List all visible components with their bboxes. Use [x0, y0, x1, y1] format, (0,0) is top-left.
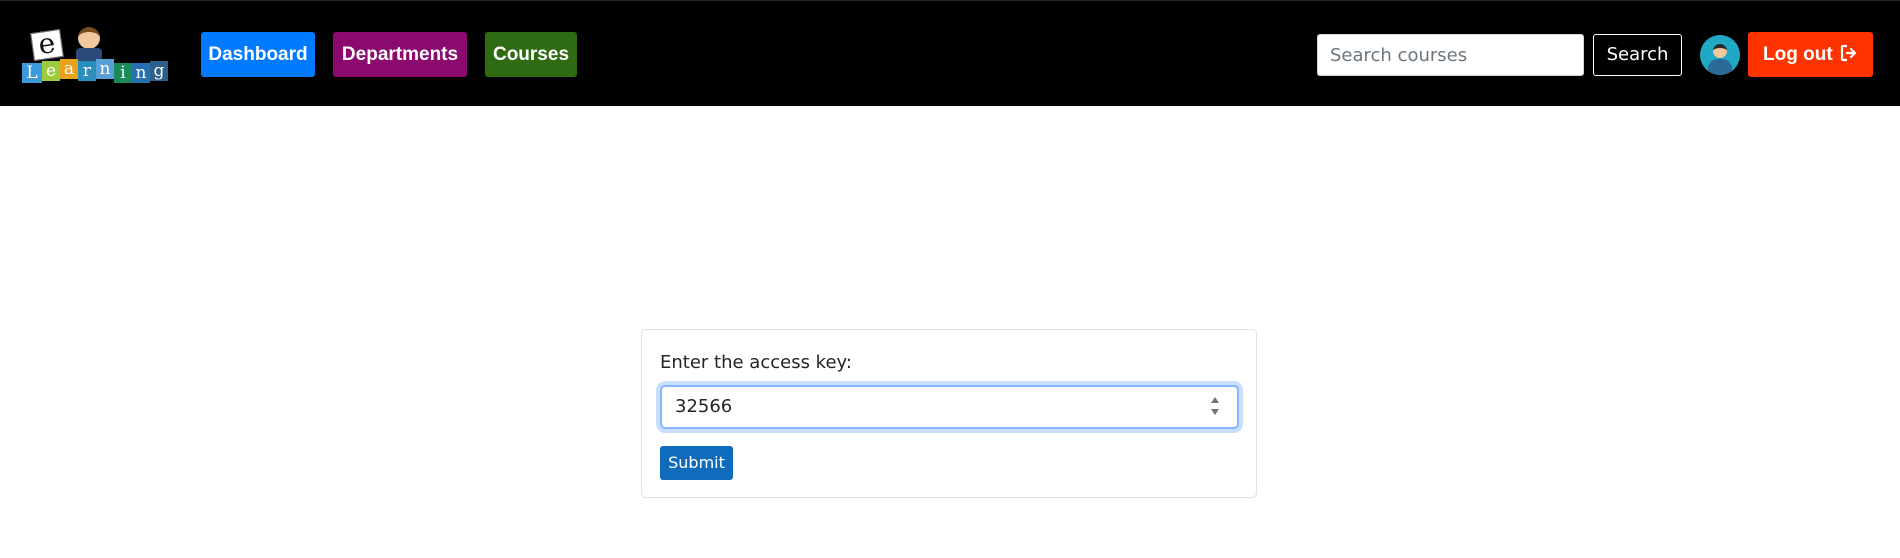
logo-boy-head [78, 27, 100, 49]
elearning-logo[interactable]: e L e a r n i n g [18, 23, 174, 85]
nav-departments-button[interactable]: Departments [333, 32, 467, 77]
logo-letter: n [132, 63, 150, 83]
submit-button[interactable]: Submit [660, 446, 733, 480]
logo-letter: e [42, 61, 60, 81]
logo-letter: i [114, 63, 132, 83]
sign-out-icon [1840, 45, 1857, 62]
number-spinner[interactable] [1211, 395, 1221, 419]
logo-letter: a [60, 59, 78, 79]
logout-button[interactable]: Log out [1748, 32, 1873, 77]
access-key-input[interactable]: 32566 [660, 385, 1239, 429]
search-button[interactable]: Search [1593, 34, 1682, 76]
top-navbar: e L e a r n i n g Dashboard Departments … [0, 0, 1900, 106]
nav-courses-button[interactable]: Courses [485, 32, 577, 77]
logo-big-letter: e [30, 26, 64, 61]
logout-label: Log out [1763, 44, 1833, 65]
logo-letter: L [22, 63, 42, 83]
avatar-head [1713, 44, 1727, 58]
nav-dashboard-button[interactable]: Dashboard [201, 32, 315, 77]
spinner-down-icon[interactable] [1211, 409, 1219, 415]
user-avatar-icon[interactable] [1700, 35, 1740, 75]
logo-letter: g [150, 61, 168, 81]
access-key-card: Enter the access key: 32566 Submit [641, 329, 1257, 498]
logo-letter: n [96, 59, 114, 79]
avatar-body [1708, 59, 1732, 75]
search-courses-input[interactable] [1317, 34, 1584, 76]
access-key-value: 32566 [675, 396, 733, 417]
access-key-label: Enter the access key: [660, 352, 852, 373]
logo-letter: r [78, 61, 96, 81]
spinner-up-icon[interactable] [1211, 397, 1219, 403]
